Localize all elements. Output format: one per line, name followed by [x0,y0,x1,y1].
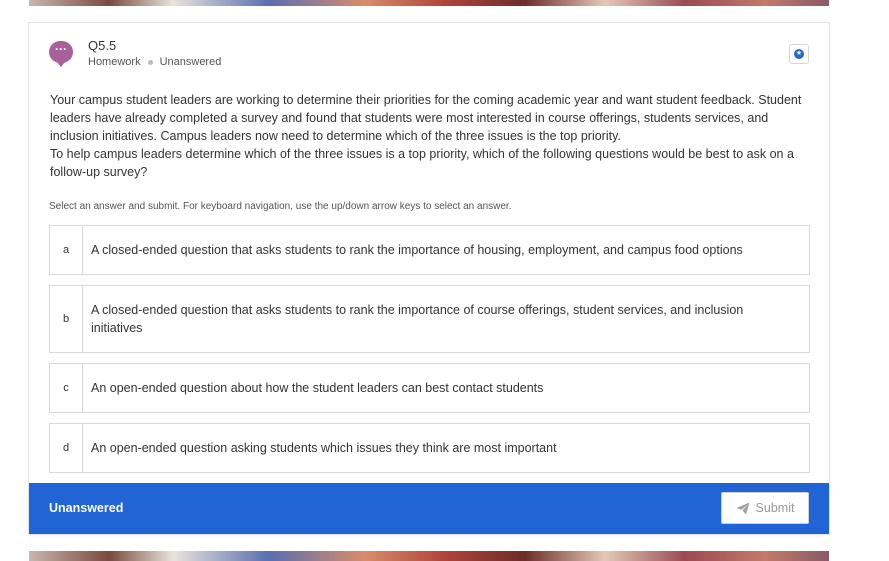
submit-button[interactable]: Submit [721,492,809,524]
question-paragraph: To help campus leaders determine which o… [50,147,794,179]
answer-option-d[interactable]: d An open-ended question asking students… [49,423,810,473]
bookmark-button[interactable]: ★ [789,44,809,64]
question-header: ··· Q5.5 Homework Unanswered [49,38,809,78]
question-card: ··· Q5.5 Homework Unanswered ★ Your campu… [29,23,829,534]
option-text: An open-ended question about how the stu… [91,381,544,395]
option-text: A closed-ended question that asks studen… [91,243,743,257]
answer-instructions: Select an answer and submit. For keyboar… [49,201,512,212]
question-status: Unanswered [159,56,222,68]
submission-footer: Unanswered Submit [29,483,829,534]
option-letter: b [50,286,83,352]
submit-label: Submit [755,501,795,515]
option-letter: c [50,364,83,412]
answer-status: Unanswered [49,501,124,515]
question-text: Your campus student leaders are working … [50,91,815,181]
answer-option-a[interactable]: a A closed-ended question that asks stud… [49,225,810,275]
answer-option-c[interactable]: c An open-ended question about how the s… [49,363,810,413]
option-letter: a [50,226,83,274]
question-type: Homework [88,56,141,68]
paper-plane-icon [736,502,750,514]
question-number: Q5.5 [88,38,117,53]
option-text: A closed-ended question that asks studen… [91,303,744,335]
chat-bubble-icon: ··· [49,41,73,67]
banner-image-bottom [29,551,829,561]
question-paragraph: Your campus student leaders are working … [50,93,802,143]
banner-image-top [29,0,829,6]
star-icon: ★ [794,49,804,59]
question-meta: Homework Unanswered [88,56,221,68]
answer-option-b[interactable]: b A closed-ended question that asks stud… [49,285,810,353]
separator-dot [147,59,153,65]
option-letter: d [50,424,83,472]
option-text: An open-ended question asking students w… [91,441,557,455]
